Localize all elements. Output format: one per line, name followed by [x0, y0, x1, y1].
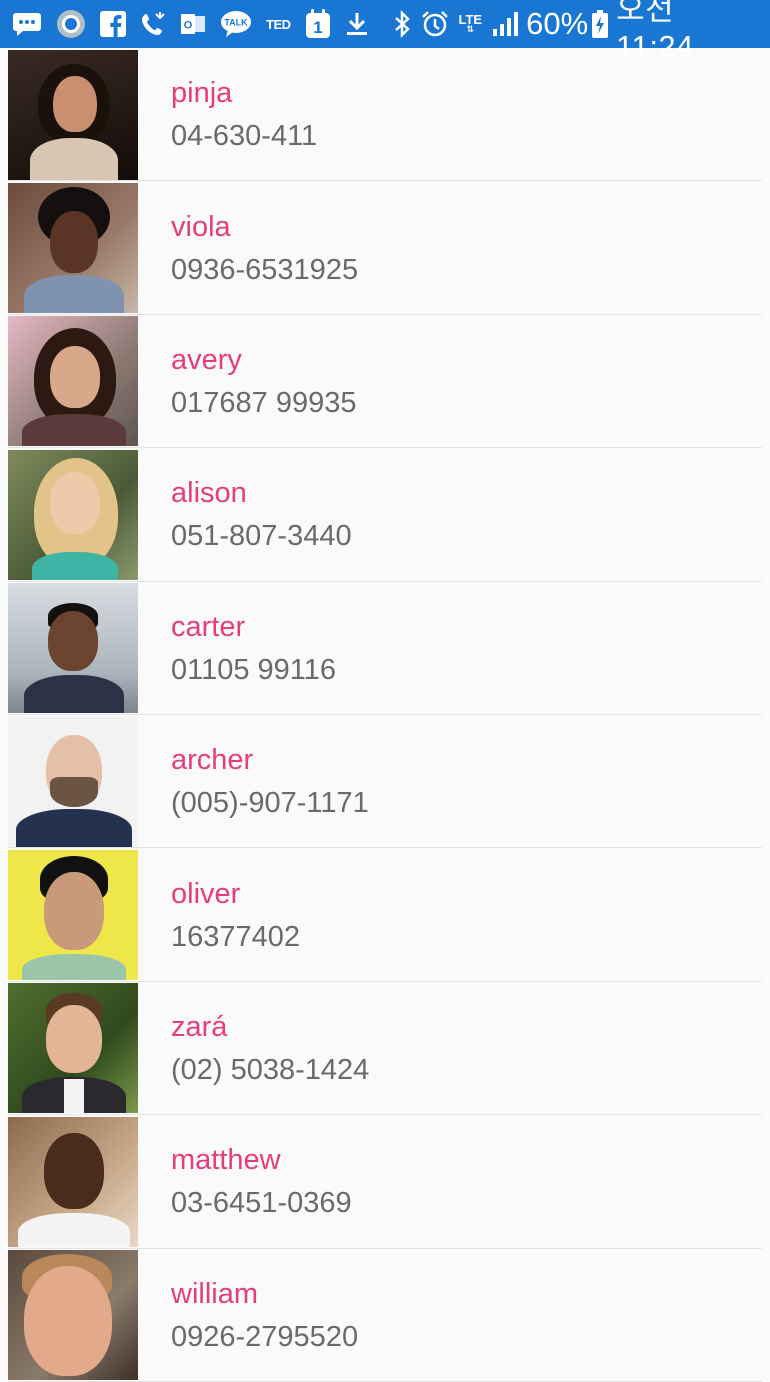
chrome-icon	[56, 9, 86, 39]
contact-avatar	[8, 49, 138, 180]
alarm-icon	[421, 10, 449, 38]
contact-row[interactable]: carter 01105 99116	[0, 582, 770, 716]
status-bar: O TALK TED 1 LTE ⇅ 60% 오전 11:24	[0, 0, 770, 64]
svg-text:TALK: TALK	[224, 18, 248, 28]
contact-row[interactable]: oliver 16377402	[0, 848, 770, 983]
battery-percentage: 60%	[526, 6, 589, 41]
contact-name: oliver	[171, 877, 241, 910]
contact-avatar	[8, 583, 138, 714]
contact-avatar	[8, 316, 138, 447]
contact-phone: 16377402	[171, 920, 301, 953]
contact-info: pinja 04-630-411	[171, 75, 317, 154]
contact-name: carter	[171, 610, 246, 643]
contact-row[interactable]: alison 051-807-3440	[0, 448, 770, 582]
contact-info: archer (005)-907-1171	[171, 742, 369, 821]
contact-phone: 0926-2795520	[171, 1320, 359, 1353]
svg-text:1: 1	[313, 18, 322, 37]
contact-row[interactable]: viola 0936-6531925	[0, 181, 770, 316]
lte-icon: LTE ⇅	[458, 12, 483, 34]
contact-info: alison 051-807-3440	[171, 475, 352, 554]
status-bar-notifications: O TALK TED 1	[12, 9, 383, 39]
battery-charging-icon	[592, 10, 609, 38]
messages-icon	[12, 11, 42, 37]
contact-phone: 017687 99935	[171, 386, 357, 419]
signal-icon	[492, 11, 519, 37]
outlook-icon: O	[180, 12, 206, 36]
contact-phone: (02) 5038-1424	[171, 1053, 370, 1086]
contact-name: william	[171, 1277, 258, 1310]
download-icon	[345, 11, 369, 37]
contact-phone: 0936-6531925	[171, 253, 359, 286]
contact-avatar	[8, 449, 138, 580]
contact-row[interactable]: pinja 04-630-411	[0, 48, 770, 182]
bluetooth-icon	[393, 10, 411, 38]
contact-name: zará	[171, 1010, 228, 1043]
contact-info: avery 017687 99935	[171, 342, 356, 421]
contact-row[interactable]: matthew 03-6451-0369	[0, 1115, 770, 1249]
contact-phone: 03-6451-0369	[171, 1187, 352, 1220]
contact-name: avery	[171, 343, 242, 376]
contact-name: alison	[171, 477, 247, 510]
contact-info: oliver 16377402	[171, 876, 300, 955]
svg-text:O: O	[184, 20, 193, 32]
contact-row[interactable]: archer (005)-907-1171	[0, 715, 770, 849]
contact-list[interactable]: pinja 04-630-411 viola 0936-6531925 aver…	[0, 48, 770, 1382]
ted-icon: TED	[266, 16, 291, 32]
talk-icon: TALK	[220, 10, 252, 38]
contact-row[interactable]: zará (02) 5038-1424	[0, 982, 770, 1116]
contact-phone: 051-807-3440	[171, 520, 352, 553]
contact-info: zará (02) 5038-1424	[171, 1009, 369, 1088]
contact-avatar	[8, 850, 138, 981]
calendar-icon: 1	[305, 9, 331, 39]
contact-name: archer	[171, 744, 254, 777]
contact-avatar	[8, 1250, 138, 1381]
contact-phone: 04-630-411	[171, 120, 318, 153]
contact-avatar	[8, 183, 138, 314]
contact-info: matthew 03-6451-0369	[171, 1142, 352, 1221]
contact-name: pinja	[171, 77, 233, 110]
contact-name: viola	[171, 210, 231, 243]
contact-row[interactable]: avery 017687 99935	[0, 315, 770, 449]
missed-call-icon	[140, 11, 166, 37]
facebook-icon	[100, 11, 126, 37]
contact-info: viola 0936-6531925	[171, 209, 358, 288]
contact-info: william 0926-2795520	[171, 1276, 358, 1355]
contact-row[interactable]: william 0926-2795520	[0, 1249, 770, 1382]
contact-name: matthew	[171, 1144, 281, 1177]
contact-info: carter 01105 99116	[171, 609, 336, 688]
contact-avatar	[8, 716, 138, 847]
contact-phone: (005)-907-1171	[171, 787, 369, 820]
contact-avatar	[8, 1116, 138, 1247]
contact-phone: 01105 99116	[171, 653, 337, 686]
contact-avatar	[8, 983, 138, 1114]
